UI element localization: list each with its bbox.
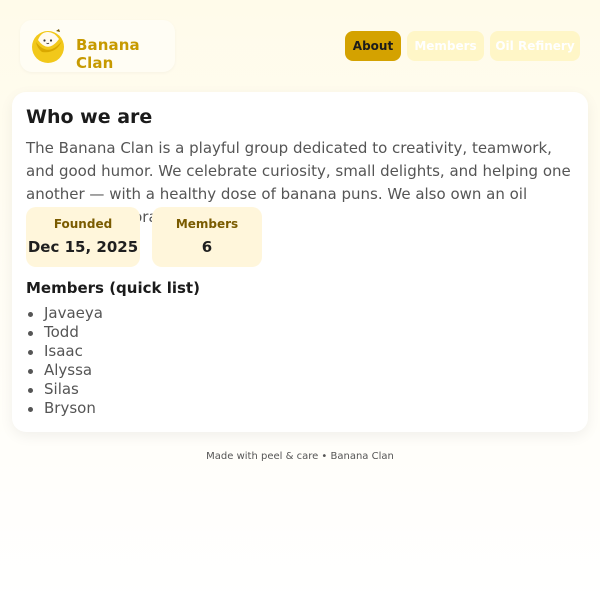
list-item: Javaeya	[26, 304, 103, 323]
stat-label: Founded	[53, 217, 113, 231]
brand-home-link[interactable]: Banana Clan	[20, 20, 175, 72]
stat-label: Members	[175, 217, 239, 231]
stat-founded: Founded Dec 15, 2025	[26, 207, 140, 267]
list-item: Todd	[26, 323, 103, 342]
list-item: Bryson	[26, 399, 103, 418]
members-list-heading: Members (quick list)	[26, 279, 200, 297]
site-header: Banana Clan About Members Oil Refinery	[0, 0, 600, 92]
stats-row: Founded Dec 15, 2025 Members 6	[26, 207, 262, 267]
list-item: Alyssa	[26, 361, 103, 380]
nav-tab-oil-refinery[interactable]: Oil Refinery	[490, 31, 580, 61]
nav-tab-about[interactable]: About	[345, 31, 401, 61]
nav-tab-members[interactable]: Members	[407, 31, 484, 61]
section-title: Who we are	[26, 106, 153, 128]
list-item: Isaac	[26, 342, 103, 361]
list-item: Silas	[26, 380, 103, 399]
stat-value: Dec 15, 2025	[27, 238, 139, 256]
stat-members: Members 6	[152, 207, 262, 267]
about-card: Who we are The Banana Clan is a playful …	[12, 92, 588, 432]
stat-value: 6	[201, 238, 213, 256]
brand-name: Banana Clan	[76, 36, 140, 72]
banana-face-icon	[32, 29, 64, 63]
main-nav: About Members Oil Refinery	[345, 31, 580, 61]
page-footer: Made with peel & care • Banana Clan	[206, 451, 394, 462]
members-list: Javaeya Todd Isaac Alyssa Silas Bryson	[26, 304, 103, 418]
